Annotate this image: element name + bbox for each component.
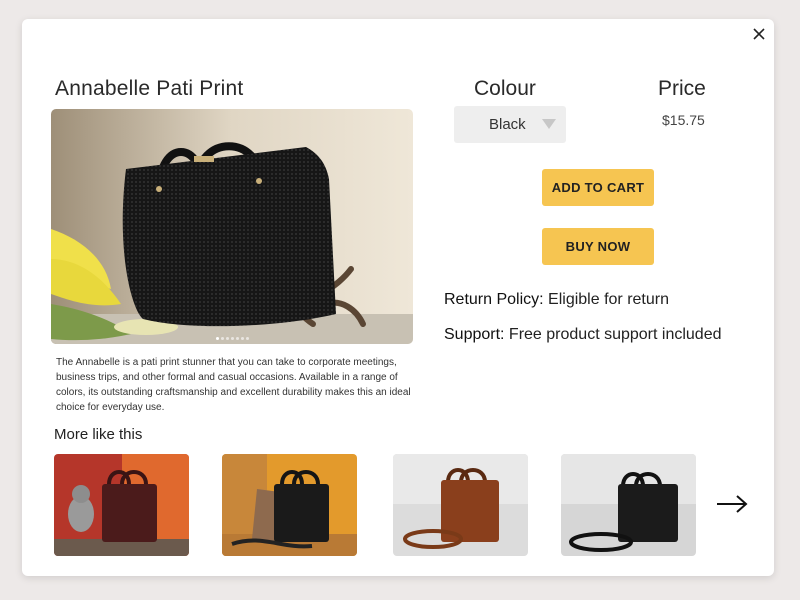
buy-now-button[interactable]: BUY NOW (542, 228, 654, 265)
thumbnail-image (54, 454, 189, 556)
return-policy: Return Policy: Eligible for return (444, 291, 669, 309)
more-like-this-title: More like this (54, 426, 143, 443)
image-carousel-dots[interactable] (51, 337, 413, 340)
return-policy-label: Return Policy: (444, 291, 544, 308)
price-label: Price (658, 77, 706, 100)
carousel-dot[interactable] (230, 337, 234, 340)
arrow-right-icon[interactable] (716, 494, 748, 514)
return-policy-value: Eligible for return (543, 291, 669, 308)
carousel-dot[interactable] (235, 337, 239, 340)
colour-select[interactable]: Black (454, 106, 566, 143)
product-image[interactable] (51, 109, 413, 344)
carousel-dot[interactable] (245, 337, 249, 340)
close-icon[interactable] (751, 26, 767, 42)
related-product-thumbnail[interactable] (561, 454, 696, 556)
chevron-down-icon (542, 119, 556, 129)
product-title: Annabelle Pati Print (55, 77, 244, 100)
product-description: The Annabelle is a pati print stunner th… (56, 357, 411, 413)
related-product-thumbnail[interactable] (393, 454, 528, 556)
carousel-dot[interactable] (240, 337, 244, 340)
product-modal: Annabelle Pati Print The Annabelle is a … (22, 19, 774, 576)
related-product-thumbnail[interactable] (54, 454, 189, 556)
price-value: $15.75 (662, 112, 705, 128)
carousel-dot[interactable] (215, 337, 219, 340)
colour-select-value: Black (489, 116, 526, 133)
carousel-dot[interactable] (220, 337, 224, 340)
support-label: Support: (444, 326, 505, 343)
thumbnail-image (561, 454, 696, 556)
colour-label: Colour (474, 77, 536, 100)
add-to-cart-button[interactable]: ADD TO CART (542, 169, 654, 206)
product-image-illustration (51, 109, 413, 344)
thumbnail-image (222, 454, 357, 556)
carousel-dot[interactable] (225, 337, 229, 340)
support-value: Free product support included (504, 326, 722, 343)
thumbnail-image (393, 454, 528, 556)
related-product-thumbnail[interactable] (222, 454, 357, 556)
support-info: Support: Free product support included (444, 326, 722, 344)
